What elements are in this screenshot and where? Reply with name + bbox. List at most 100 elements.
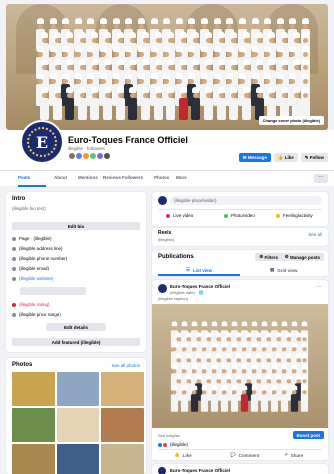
like-button[interactable]: 👍 Like — [273, 153, 298, 162]
post-share-button[interactable]: ↗ Share — [284, 452, 303, 458]
message-button[interactable]: ✉ Message — [238, 153, 271, 162]
detail-website[interactable]: (illegible website) — [12, 276, 54, 281]
edit-cover-button[interactable]: Change cover photo (illegible) — [258, 116, 324, 125]
share-icon: ↗ — [284, 452, 288, 457]
insights-link[interactable]: See insights — [158, 433, 180, 438]
filters-button[interactable]: ⚙ Filters — [255, 253, 282, 261]
photo-thumbnail[interactable] — [56, 408, 100, 442]
post-author[interactable]: Euro-Toques France Officiel — [170, 284, 230, 289]
list-icon: ☰ — [186, 267, 191, 272]
photo-thumbnail[interactable] — [12, 408, 55, 442]
list-view-tab[interactable]: ☰ List view — [186, 267, 212, 273]
chef-figure — [170, 385, 179, 412]
smiley-icon — [276, 213, 280, 218]
photo-thumbnail[interactable] — [56, 444, 100, 474]
add-featured-button[interactable]: Add featured (illegible) — [12, 338, 140, 346]
chef-figure — [230, 385, 239, 412]
tab-mentions[interactable]: Mentions — [78, 175, 98, 180]
tab-more[interactable]: More — [176, 175, 187, 180]
photo-icon — [224, 213, 228, 218]
live-video-button[interactable]: Live video — [166, 213, 193, 218]
reels-see-all-link[interactable]: See all — [308, 232, 322, 237]
page-tabs: Posts About Mentions Reviews Followers P… — [0, 170, 334, 187]
post-author-avatar[interactable] — [158, 467, 166, 474]
grid-icon: ▦ — [270, 267, 275, 272]
posts-header-card: Publications ⚙ Filters ⚙ Manage posts ☰ L… — [152, 250, 328, 276]
thumbs-up-icon: 👍 — [277, 154, 285, 160]
profile-avatar[interactable]: E — [20, 120, 64, 164]
rating-icon — [12, 302, 16, 307]
grid-view-tab[interactable]: ▦ Grid view — [270, 267, 298, 273]
chef-figure — [65, 87, 75, 121]
chef-figure — [220, 385, 229, 412]
composer-avatar — [158, 196, 167, 205]
divider — [158, 209, 322, 210]
chef-figure — [128, 87, 138, 121]
post-meta: (illegible date) · 🌐 — [170, 290, 204, 295]
intro-card: Intro (illegible bio text) Edit bio Page… — [6, 192, 146, 352]
edit-details-button[interactable]: Edit details — [46, 323, 106, 331]
tab-posts[interactable]: Posts — [18, 175, 30, 180]
post-author[interactable]: Euro-Toques France Officiel — [170, 468, 230, 473]
detail-category: Page · (illegible) — [12, 236, 52, 241]
follow-button[interactable]: ✎ Follow — [300, 153, 328, 162]
post-photo[interactable] — [152, 304, 328, 428]
photo-video-button[interactable]: Photo/video — [224, 213, 255, 218]
chef-figure — [178, 87, 188, 121]
post-author-avatar[interactable] — [158, 284, 167, 293]
post-options-icon[interactable]: ··· — [316, 284, 322, 290]
tag-icon — [12, 312, 16, 317]
group-photo — [170, 318, 310, 418]
photo-thumbnail[interactable] — [101, 372, 144, 406]
chef-figure — [204, 87, 214, 121]
tab-about[interactable]: About — [54, 175, 67, 180]
info-icon — [12, 236, 16, 241]
love-reaction-icon — [163, 442, 167, 447]
photo-thumbnail[interactable] — [101, 444, 144, 474]
posts-title: Publications — [158, 254, 194, 260]
reactions-summary[interactable]: (illegible) — [158, 442, 188, 447]
feeling-button[interactable]: Feeling/activity — [276, 213, 313, 218]
boost-post-button[interactable]: Boost post — [292, 431, 324, 439]
photo-thumbnail[interactable] — [56, 372, 100, 406]
chef-figure — [241, 87, 251, 121]
chef-figure — [300, 385, 309, 412]
detail-email[interactable]: (illegible email) — [12, 266, 49, 271]
manage-posts-button[interactable]: ⚙ Manage posts — [280, 253, 324, 261]
photo-thumbnail[interactable] — [12, 444, 55, 474]
reels-title: Reels — [158, 230, 172, 236]
more-options-button[interactable]: ··· — [314, 174, 328, 183]
photo-thumbnail[interactable] — [12, 372, 55, 406]
chef-figure — [216, 87, 226, 121]
detail-price: (illegible price range) — [12, 312, 61, 317]
post-like-button[interactable]: 👍 Like — [174, 452, 192, 458]
post-comment-button[interactable]: 💬 Comment — [230, 452, 259, 458]
chef-figure — [52, 87, 62, 121]
chef-figure — [191, 87, 201, 121]
chef-figure — [280, 385, 289, 412]
photo-thumbnail[interactable] — [101, 408, 144, 442]
like-reaction-icon — [158, 442, 162, 447]
active-view-indicator — [158, 274, 240, 276]
tab-reviews[interactable]: Reviews — [103, 175, 121, 180]
chef-figure — [260, 385, 269, 412]
chef-figure — [40, 87, 49, 121]
tab-followers[interactable]: Followers — [122, 175, 143, 180]
edit-bio-button[interactable]: Edit bio — [12, 222, 140, 230]
photos-title: Photos — [12, 362, 33, 368]
tab-photos[interactable]: Photos — [154, 175, 169, 180]
chef-figure — [140, 87, 150, 121]
see-all-photos-link[interactable]: See all photos — [111, 363, 140, 368]
header-actions: ✉ Message 👍 Like ✎ Follow — [238, 153, 328, 162]
chef-figure — [90, 87, 100, 121]
chef-figure — [229, 87, 239, 121]
chef-figure — [180, 385, 189, 412]
liker-avatars[interactable] — [68, 152, 111, 160]
cover-photo[interactable]: Change cover photo (illegible) — [6, 4, 328, 130]
thumbs-up-icon: 👍 — [174, 452, 180, 457]
email-icon — [12, 266, 16, 271]
intro-pill[interactable] — [20, 287, 86, 295]
detail-address: (illegible address line) — [12, 246, 63, 251]
group-photo — [36, 18, 311, 123]
composer-input[interactable]: (illegible placeholder) — [170, 196, 322, 205]
